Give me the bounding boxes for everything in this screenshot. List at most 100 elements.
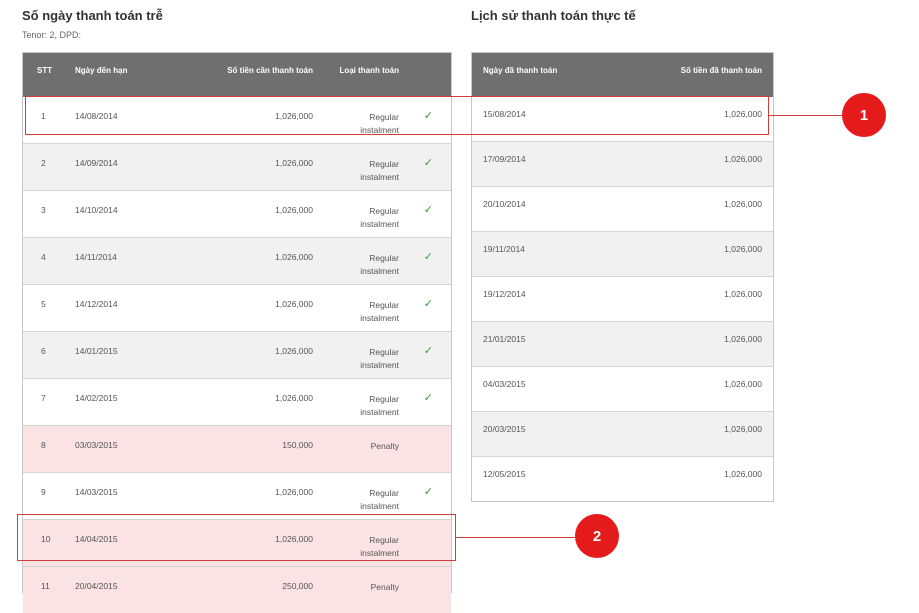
row-paid-date: 17/09/2014 bbox=[483, 154, 526, 164]
payment-type-line1: Penalty bbox=[370, 582, 399, 592]
row-paid-date: 19/11/2014 bbox=[483, 244, 525, 254]
header-paid-amount: Số tiền đã thanh toán bbox=[680, 66, 762, 75]
table-row: 11 20/04/2015 250,000 Penalty bbox=[23, 566, 451, 613]
row-paid-amount: 1,026,000 bbox=[724, 379, 762, 389]
annotation-badge-2: 2 bbox=[575, 514, 619, 558]
row-amount: 250,000 bbox=[282, 581, 313, 591]
payment-type-line1: Regular bbox=[369, 394, 399, 404]
row-amount: 1,026,000 bbox=[275, 252, 313, 262]
tenor-dpd-label: Tenor: 2, DPD: bbox=[22, 30, 82, 40]
payment-type-line2: instalment bbox=[360, 360, 399, 370]
row-paid-date: 04/03/2015 bbox=[483, 379, 526, 389]
row-stt: 9 bbox=[41, 487, 46, 497]
table-row: 21/01/2015 1,026,000 bbox=[472, 321, 773, 366]
table-row: 8 03/03/2015 150,000 Penalty bbox=[23, 425, 451, 472]
row-paid-amount: 1,026,000 bbox=[724, 334, 762, 344]
row-due-date: 14/03/2015 bbox=[75, 487, 118, 497]
table-row: 5 14/12/2014 1,026,000 Regular instalment ✓ bbox=[23, 284, 451, 331]
check-icon: ✓ bbox=[423, 157, 433, 169]
table-row: 19/11/2014 1,026,000 bbox=[472, 231, 773, 276]
row-amount: 1,026,000 bbox=[275, 299, 313, 309]
payment-type-line1: Regular bbox=[369, 300, 399, 310]
payment-type-line2: instalment bbox=[360, 266, 399, 276]
row-stt: 6 bbox=[41, 346, 46, 356]
row-paid-date: 20/10/2014 bbox=[483, 199, 526, 209]
row-paid-date: 12/05/2015 bbox=[483, 469, 526, 479]
table-row: 19/12/2014 1,026,000 bbox=[472, 276, 773, 321]
check-icon: ✓ bbox=[423, 486, 433, 498]
row-stt: 8 bbox=[41, 440, 46, 450]
table-row: 20/03/2015 1,026,000 bbox=[472, 411, 773, 456]
table-row: 2 14/09/2014 1,026,000 Regular instalment ✓ bbox=[23, 143, 451, 190]
row-due-date: 03/03/2015 bbox=[75, 440, 118, 450]
callout-line-1 bbox=[768, 115, 842, 116]
header-payment-type: Loại thanh toán bbox=[339, 66, 399, 75]
actual-payment-title: Lịch sử thanh toán thực tế bbox=[471, 8, 636, 23]
check-icon: ✓ bbox=[423, 251, 433, 263]
header-due-date: Ngày đến hạn bbox=[75, 66, 128, 75]
row-due-date: 14/02/2015 bbox=[75, 393, 118, 403]
payment-type-line1: Regular bbox=[369, 206, 399, 216]
row-paid-amount: 1,026,000 bbox=[724, 154, 762, 164]
payment-type-line2: instalment bbox=[360, 313, 399, 323]
row-payment-type: Regular instalment bbox=[329, 346, 399, 372]
payment-type-line1: Regular bbox=[369, 488, 399, 498]
row-amount: 1,026,000 bbox=[275, 487, 313, 497]
row-due-date: 14/01/2015 bbox=[75, 346, 118, 356]
table-row: 20/10/2014 1,026,000 bbox=[472, 186, 773, 231]
table-row: 4 14/11/2014 1,026,000 Regular instalment ✓ bbox=[23, 237, 451, 284]
row-payment-type: Regular instalment bbox=[329, 158, 399, 184]
check-icon: ✓ bbox=[423, 392, 433, 404]
row-amount: 1,026,000 bbox=[275, 158, 313, 168]
row-amount: 150,000 bbox=[282, 440, 313, 450]
payment-type-line2: instalment bbox=[360, 501, 399, 511]
row-stt: 5 bbox=[41, 299, 46, 309]
payment-type-line2: instalment bbox=[360, 219, 399, 229]
payment-type-line2: instalment bbox=[360, 407, 399, 417]
payment-type-line1: Regular bbox=[369, 159, 399, 169]
row-payment-type: Regular instalment bbox=[329, 487, 399, 513]
row-stt: 7 bbox=[41, 393, 46, 403]
row-payment-type: Penalty bbox=[329, 440, 399, 453]
highlight-box-1 bbox=[25, 96, 769, 135]
header-amount-due: Số tiền cần thanh toán bbox=[227, 66, 313, 75]
row-paid-date: 21/01/2015 bbox=[483, 334, 526, 344]
row-stt: 2 bbox=[41, 158, 46, 168]
row-payment-type: Penalty bbox=[329, 581, 399, 594]
table-row: 6 14/01/2015 1,026,000 Regular instalment ✓ bbox=[23, 331, 451, 378]
check-icon: ✓ bbox=[423, 298, 433, 310]
table-row: 7 14/02/2015 1,026,000 Regular instalment ✓ bbox=[23, 378, 451, 425]
row-paid-date: 20/03/2015 bbox=[483, 424, 526, 434]
row-amount: 1,026,000 bbox=[275, 393, 313, 403]
row-paid-amount: 1,026,000 bbox=[724, 289, 762, 299]
table-header: STT Ngày đến hạn Số tiền cần thanh toán … bbox=[23, 53, 451, 97]
payment-type-line1: Regular bbox=[369, 347, 399, 357]
row-amount: 1,026,000 bbox=[275, 205, 313, 215]
row-payment-type: Regular instalment bbox=[329, 393, 399, 419]
row-stt: 3 bbox=[41, 205, 46, 215]
row-due-date: 14/10/2014 bbox=[75, 205, 118, 215]
annotation-badge-1: 1 bbox=[842, 93, 886, 137]
payment-type-line1: Regular bbox=[369, 253, 399, 263]
row-payment-type: Regular instalment bbox=[329, 205, 399, 231]
table-header: Ngày đã thanh toán Số tiền đã thanh toán bbox=[472, 53, 773, 97]
row-stt: 11 bbox=[41, 581, 50, 591]
row-due-date: 14/12/2014 bbox=[75, 299, 118, 309]
row-due-date: 14/09/2014 bbox=[75, 158, 118, 168]
table-row: 04/03/2015 1,026,000 bbox=[472, 366, 773, 411]
table-row: 12/05/2015 1,026,000 bbox=[472, 456, 773, 501]
row-payment-type: Regular instalment bbox=[329, 299, 399, 325]
header-stt: STT bbox=[37, 66, 53, 75]
check-icon: ✓ bbox=[423, 345, 433, 357]
check-icon: ✓ bbox=[423, 204, 433, 216]
payment-type-line2: instalment bbox=[360, 172, 399, 182]
table-row: 17/09/2014 1,026,000 bbox=[472, 141, 773, 186]
row-paid-amount: 1,026,000 bbox=[724, 199, 762, 209]
late-payment-title: Số ngày thanh toán trễ bbox=[22, 8, 163, 23]
header-paid-date: Ngày đã thanh toán bbox=[483, 66, 558, 75]
payment-type-line1: Penalty bbox=[370, 441, 399, 451]
row-paid-amount: 1,026,000 bbox=[724, 469, 762, 479]
row-paid-amount: 1,026,000 bbox=[724, 424, 762, 434]
row-due-date: 20/04/2015 bbox=[75, 581, 118, 591]
row-amount: 1,026,000 bbox=[275, 346, 313, 356]
